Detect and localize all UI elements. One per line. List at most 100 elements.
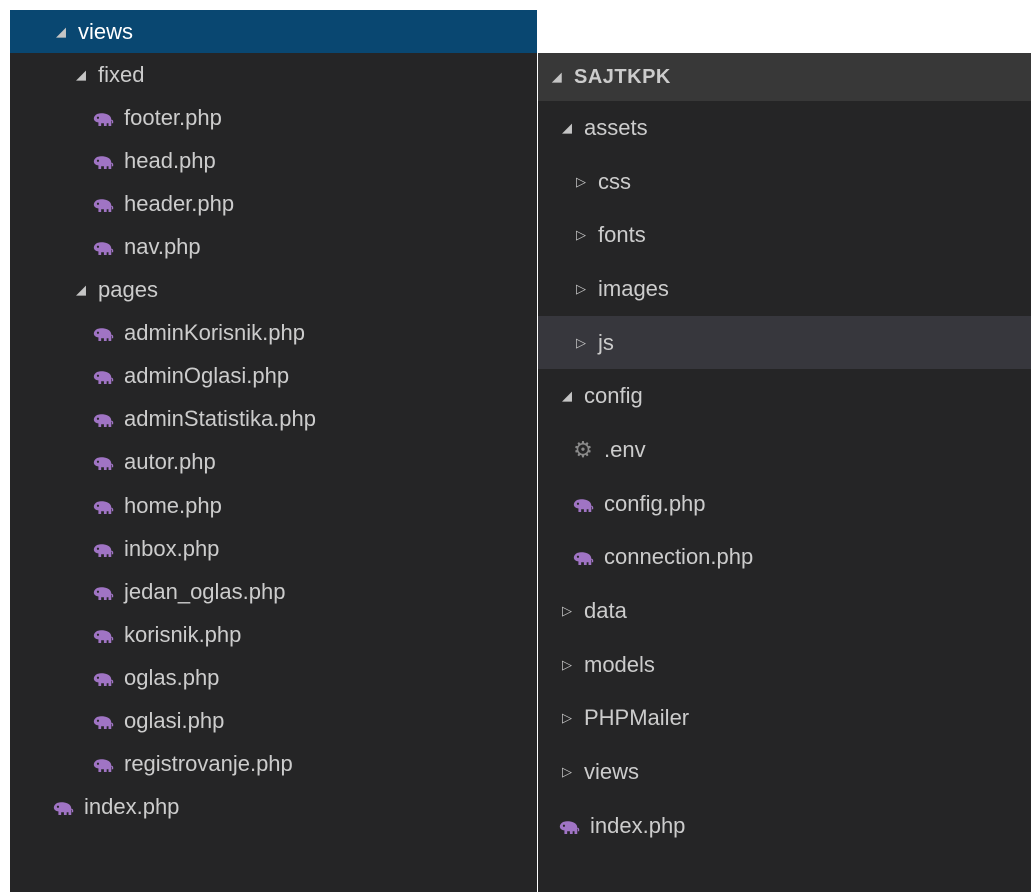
explorer-section-header[interactable]: ◢ SAJTKPK: [538, 53, 1031, 101]
left-explorer-panel: ◢ views ◢ fixed footer.php head.php header.php…: [10, 10, 537, 892]
folder-row-data[interactable]: ▷ data: [538, 584, 1031, 638]
folder-row-css[interactable]: ▷ css: [538, 155, 1031, 209]
file-row--env[interactable]: ⚙ .env: [538, 423, 1031, 477]
php-elephant-icon: [92, 540, 114, 558]
php-elephant-icon: [92, 152, 114, 170]
php-elephant-icon: [572, 548, 594, 566]
php-elephant-icon: [92, 238, 114, 256]
file-row-adminoglasi-php[interactable]: adminOglasi.php: [10, 355, 537, 398]
folder-row-views[interactable]: ▷ views: [538, 745, 1031, 799]
file-row-nav-php[interactable]: nav.php: [10, 225, 537, 268]
folder-row-config[interactable]: ◢ config: [538, 369, 1031, 423]
tree-item-label: .env: [604, 436, 646, 462]
php-elephant-icon: [92, 583, 114, 601]
right-explorer-panel: ◢ SAJTKPK ◢ assets ▷ css ▷ fonts ▷ images ▷ js ◢ co…: [538, 53, 1031, 892]
triangle-collapsed-icon[interactable]: ▷: [572, 335, 590, 351]
tree-item-label: assets: [584, 114, 648, 140]
tree-item-label: pages: [98, 277, 158, 303]
tree-item-label: head.php: [124, 147, 216, 173]
tree-item-label: header.php: [124, 190, 235, 216]
file-row-autor-php[interactable]: autor.php: [10, 441, 537, 484]
tree-item-label: PHPMailer: [584, 705, 690, 731]
tree-item-label: oglas.php: [124, 664, 220, 690]
tree-item-label: nav.php: [124, 234, 201, 260]
triangle-collapsed-icon[interactable]: ▷: [572, 174, 590, 190]
triangle-collapsed-icon[interactable]: ▷: [572, 227, 590, 243]
file-row-inbox-php[interactable]: inbox.php: [10, 527, 537, 570]
file-row-footer-php[interactable]: footer.php: [10, 96, 537, 139]
folder-row-js[interactable]: ▷ js: [538, 315, 1031, 370]
tree-item-label: js: [598, 329, 614, 355]
folder-row-pages[interactable]: ◢ pages: [10, 269, 537, 312]
tree-item-label: views: [78, 18, 134, 44]
triangle-expanded-icon: ◢: [551, 69, 563, 84]
folder-row-assets[interactable]: ◢ assets: [538, 101, 1031, 155]
php-elephant-icon: [92, 755, 114, 773]
php-elephant-icon: [92, 324, 114, 342]
tree-item-label: registrovanje.php: [124, 751, 293, 777]
tree-item-label: connection.php: [604, 544, 754, 570]
tree-item-label: jedan_oglas.php: [124, 578, 286, 604]
triangle-collapsed-icon[interactable]: ▷: [558, 764, 576, 780]
left-file-tree: ◢ views ◢ fixed footer.php head.php header.php…: [10, 10, 537, 829]
folder-row-fixed[interactable]: ◢ fixed: [10, 53, 537, 96]
project-root-label: SAJTKPK: [574, 66, 671, 88]
tree-item-label: config.php: [604, 490, 706, 516]
file-row-jedan-oglas-php[interactable]: jedan_oglas.php: [10, 570, 537, 613]
file-row-oglasi-php[interactable]: oglasi.php: [10, 700, 537, 743]
php-elephant-icon: [92, 497, 114, 515]
php-elephant-icon: [92, 195, 114, 213]
tree-item-label: fonts: [598, 222, 646, 248]
file-row-adminkorisnik-php[interactable]: adminKorisnik.php: [10, 312, 537, 355]
file-row-header-php[interactable]: header.php: [10, 182, 537, 225]
triangle-expanded-icon[interactable]: ◢: [558, 120, 576, 136]
tree-item-label: home.php: [124, 492, 222, 518]
file-row-adminstatistika-php[interactable]: adminStatistika.php: [10, 398, 537, 441]
file-row-registrovanje-php[interactable]: registrovanje.php: [10, 743, 537, 786]
tree-item-label: footer.php: [124, 104, 222, 130]
file-row-home-php[interactable]: home.php: [10, 484, 537, 527]
tree-item-label: fixed: [98, 61, 145, 87]
tree-item-label: views: [584, 759, 640, 785]
file-row-index-php[interactable]: index.php: [10, 786, 537, 829]
php-elephant-icon: [92, 410, 114, 428]
tree-item-label: data: [584, 598, 627, 624]
php-elephant-icon: [92, 453, 114, 471]
tree-item-label: korisnik.php: [124, 621, 242, 647]
file-row-korisnik-php[interactable]: korisnik.php: [10, 613, 537, 656]
tree-item-label: config: [584, 383, 643, 409]
triangle-expanded-icon[interactable]: ◢: [72, 67, 90, 83]
php-elephant-icon: [92, 669, 114, 687]
folder-row-phpmailer[interactable]: ▷ PHPMailer: [538, 692, 1031, 746]
tree-item-label: adminOglasi.php: [124, 363, 290, 389]
tree-item-label: inbox.php: [124, 535, 220, 561]
triangle-expanded-icon[interactable]: ◢: [558, 388, 576, 404]
gear-icon: ⚙: [573, 436, 593, 462]
triangle-collapsed-icon[interactable]: ▷: [558, 603, 576, 619]
php-elephant-icon: [92, 367, 114, 385]
triangle-expanded-icon[interactable]: ◢: [52, 24, 70, 40]
file-row-connection-php[interactable]: connection.php: [538, 531, 1031, 585]
triangle-collapsed-icon[interactable]: ▷: [572, 281, 590, 297]
file-row-oglas-php[interactable]: oglas.php: [10, 656, 537, 699]
php-elephant-icon: [52, 798, 74, 816]
php-elephant-icon: [92, 626, 114, 644]
triangle-collapsed-icon[interactable]: ▷: [558, 710, 576, 726]
file-row-index-php[interactable]: index.php: [538, 799, 1031, 853]
tree-item-label: css: [598, 168, 631, 194]
tree-item-label: autor.php: [124, 449, 216, 475]
tree-item-label: index.php: [84, 794, 180, 820]
triangle-collapsed-icon[interactable]: ▷: [558, 657, 576, 673]
php-elephant-icon: [92, 712, 114, 730]
file-row-head-php[interactable]: head.php: [10, 139, 537, 182]
folder-row-views[interactable]: ◢ views: [10, 10, 537, 54]
php-elephant-icon: [558, 817, 580, 835]
tree-item-label: index.php: [590, 812, 686, 838]
tree-item-label: images: [598, 275, 669, 301]
tree-item-label: oglasi.php: [124, 708, 225, 734]
triangle-expanded-icon[interactable]: ◢: [72, 282, 90, 298]
file-row-config-php[interactable]: config.php: [538, 477, 1031, 531]
folder-row-images[interactable]: ▷ images: [538, 262, 1031, 316]
folder-row-fonts[interactable]: ▷ fonts: [538, 208, 1031, 262]
folder-row-models[interactable]: ▷ models: [538, 638, 1031, 692]
